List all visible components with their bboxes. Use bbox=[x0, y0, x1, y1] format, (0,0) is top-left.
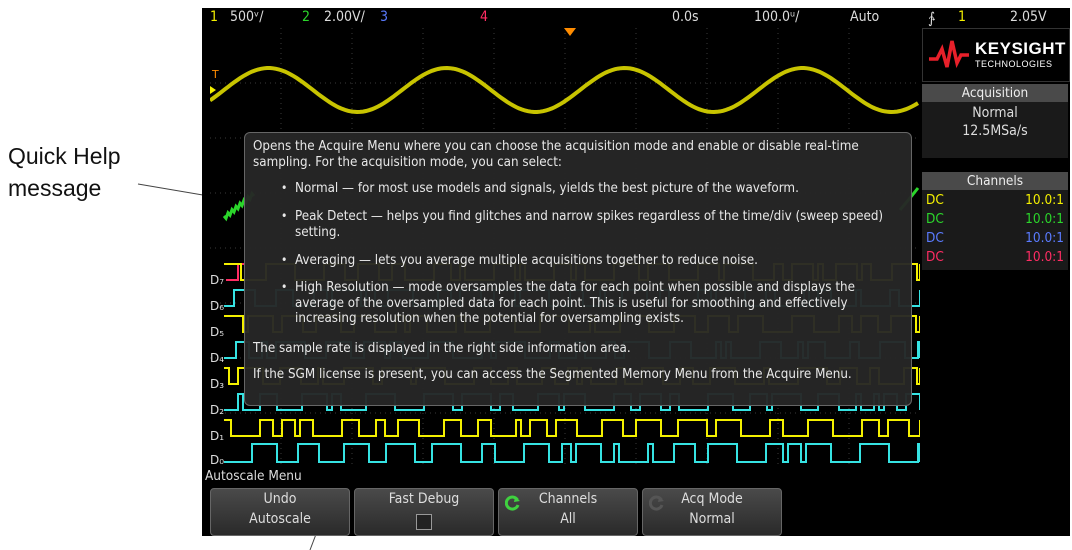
d6-label: D₆ bbox=[210, 299, 224, 313]
fast-debug-checkbox[interactable] bbox=[416, 514, 432, 530]
undo-autoscale-softkey[interactable]: Undo Autoscale bbox=[210, 488, 350, 536]
quick-help-popup[interactable]: Opens the Acquire Menu where you can cho… bbox=[244, 132, 912, 406]
fast-debug-softkey[interactable]: Fast Debug bbox=[354, 488, 494, 536]
bullet-icon: • bbox=[281, 280, 288, 294]
acq-mode-softkey[interactable]: Acq Mode Normal bbox=[642, 488, 782, 536]
oscilloscope-screen: 1 500ᵛ/ 2 2.00V/ 3 4 0.0s 100.0ᵘ/ Auto ∱… bbox=[202, 8, 1070, 536]
trigger-slope-icon[interactable]: ∱ bbox=[928, 9, 935, 27]
softkey-value: All bbox=[560, 511, 576, 527]
ch4-probe: 10.0:1 bbox=[1025, 249, 1064, 265]
d1-label: D₁ bbox=[210, 429, 224, 443]
ch3-number[interactable]: 3 bbox=[380, 9, 388, 25]
keysight-wave-icon bbox=[929, 40, 969, 69]
info-panel: KEYSIGHT TECHNOLOGIES Acquisition Normal… bbox=[922, 28, 1070, 466]
trigger-level-marker[interactable]: T bbox=[211, 68, 219, 81]
waveform-grid[interactable]: T D₇ D₆ D₅ D₄ D₃ D₂ D₁ D₀ Opens the Acqu… bbox=[208, 28, 921, 467]
help-note-sgm: If the SGM license is present, you can a… bbox=[253, 367, 852, 382]
time-scale[interactable]: 100.0ᵘ/ bbox=[754, 9, 799, 25]
channels-softkey[interactable]: Channels All bbox=[498, 488, 638, 536]
ch2-scale[interactable]: 2.00V/ bbox=[324, 9, 365, 25]
ch1-sine-waveform bbox=[208, 65, 920, 115]
ch1-coupling: DC bbox=[926, 192, 944, 208]
acquisition-mode: Normal bbox=[972, 105, 1018, 121]
ch1-scale[interactable]: 500ᵛ/ bbox=[230, 9, 264, 25]
ch3-coupling: DC bbox=[926, 230, 944, 246]
softkey-menu: Autoscale Menu Undo Autoscale Fast Debug… bbox=[202, 466, 1070, 536]
bullet-icon: • bbox=[281, 209, 288, 223]
brand-name: KEYSIGHT bbox=[975, 39, 1066, 58]
softkey-label: Acq Mode bbox=[681, 491, 743, 507]
help-bullet-peak: Peak Detect — helps you find glitches an… bbox=[295, 209, 884, 240]
help-note-sample-rate: The sample rate is displayed in the righ… bbox=[253, 341, 631, 356]
d4-label: D₄ bbox=[210, 351, 224, 365]
ch3-probe: 10.0:1 bbox=[1025, 230, 1064, 246]
channel-row-3: DC 10.0:1 bbox=[922, 230, 1068, 248]
trigger-level[interactable]: 2.05V bbox=[1010, 9, 1047, 25]
ch2-number[interactable]: 2 bbox=[302, 9, 310, 25]
time-delay[interactable]: 0.0s bbox=[672, 9, 699, 25]
ch2-probe: 10.0:1 bbox=[1025, 211, 1064, 227]
bullet-icon: • bbox=[281, 253, 288, 267]
trigger-mode[interactable]: Auto bbox=[850, 9, 879, 25]
channels-info[interactable]: DC 10.0:1 DC 10.0:1 DC 10.0:1 DC 10.0:1 bbox=[922, 190, 1068, 270]
d2-label: D₂ bbox=[210, 403, 224, 417]
menu-title: Autoscale Menu bbox=[205, 468, 302, 484]
ch1-number[interactable]: 1 bbox=[210, 9, 218, 25]
softkey-value: Normal bbox=[689, 511, 735, 527]
digital-trace bbox=[224, 443, 921, 463]
d0-label: D₀ bbox=[210, 453, 224, 466]
ch2-coupling: DC bbox=[926, 211, 944, 227]
digital-trace bbox=[224, 419, 921, 437]
trigger-source[interactable]: 1 bbox=[958, 9, 966, 25]
acquisition-header[interactable]: Acquisition bbox=[922, 84, 1068, 102]
brand-subtitle: TECHNOLOGIES bbox=[975, 59, 1053, 69]
softkey-label: Fast Debug bbox=[388, 491, 460, 507]
channel-row-4: DC 10.0:1 bbox=[922, 249, 1068, 267]
status-bar: 1 500ᵛ/ 2 2.00V/ 3 4 0.0s 100.0ᵘ/ Auto ∱… bbox=[202, 8, 1070, 28]
softkey-label: Undo bbox=[263, 491, 297, 507]
help-intro: Opens the Acquire Menu where you can cho… bbox=[253, 139, 859, 170]
channel-row-2: DC 10.0:1 bbox=[922, 211, 1068, 229]
softkey-label: Channels bbox=[538, 491, 598, 507]
d3-label: D₃ bbox=[210, 377, 224, 391]
d7-label: D₇ bbox=[210, 273, 224, 287]
help-bullet-hires: High Resolution — mode oversamples the d… bbox=[295, 280, 855, 327]
d5-label: D₅ bbox=[210, 325, 224, 339]
sample-rate: 12.5MSa/s bbox=[962, 123, 1028, 139]
help-bullet-averaging: Averaging — lets you average multiple ac… bbox=[295, 253, 758, 268]
softkey-value: Autoscale bbox=[249, 511, 311, 527]
keysight-logo: KEYSIGHT TECHNOLOGIES bbox=[922, 28, 1070, 82]
help-bullet-normal: Normal — for most use models and signals… bbox=[295, 181, 799, 196]
digital-channel-labels: D₇ D₆ D₅ D₄ D₃ D₂ D₁ D₀ bbox=[210, 273, 224, 467]
channels-header[interactable]: Channels bbox=[922, 172, 1068, 190]
channel-row-1: DC 10.0:1 bbox=[922, 192, 1068, 210]
acquisition-info[interactable]: Normal 12.5MSa/s bbox=[922, 102, 1068, 158]
ch1-probe: 10.0:1 bbox=[1025, 192, 1064, 208]
ch4-coupling: DC bbox=[926, 249, 944, 265]
bullet-icon: • bbox=[281, 181, 288, 195]
trigger-position-marker[interactable] bbox=[564, 28, 576, 36]
ch4-number[interactable]: 4 bbox=[480, 9, 488, 25]
ch1-ground-marker[interactable] bbox=[210, 86, 216, 94]
